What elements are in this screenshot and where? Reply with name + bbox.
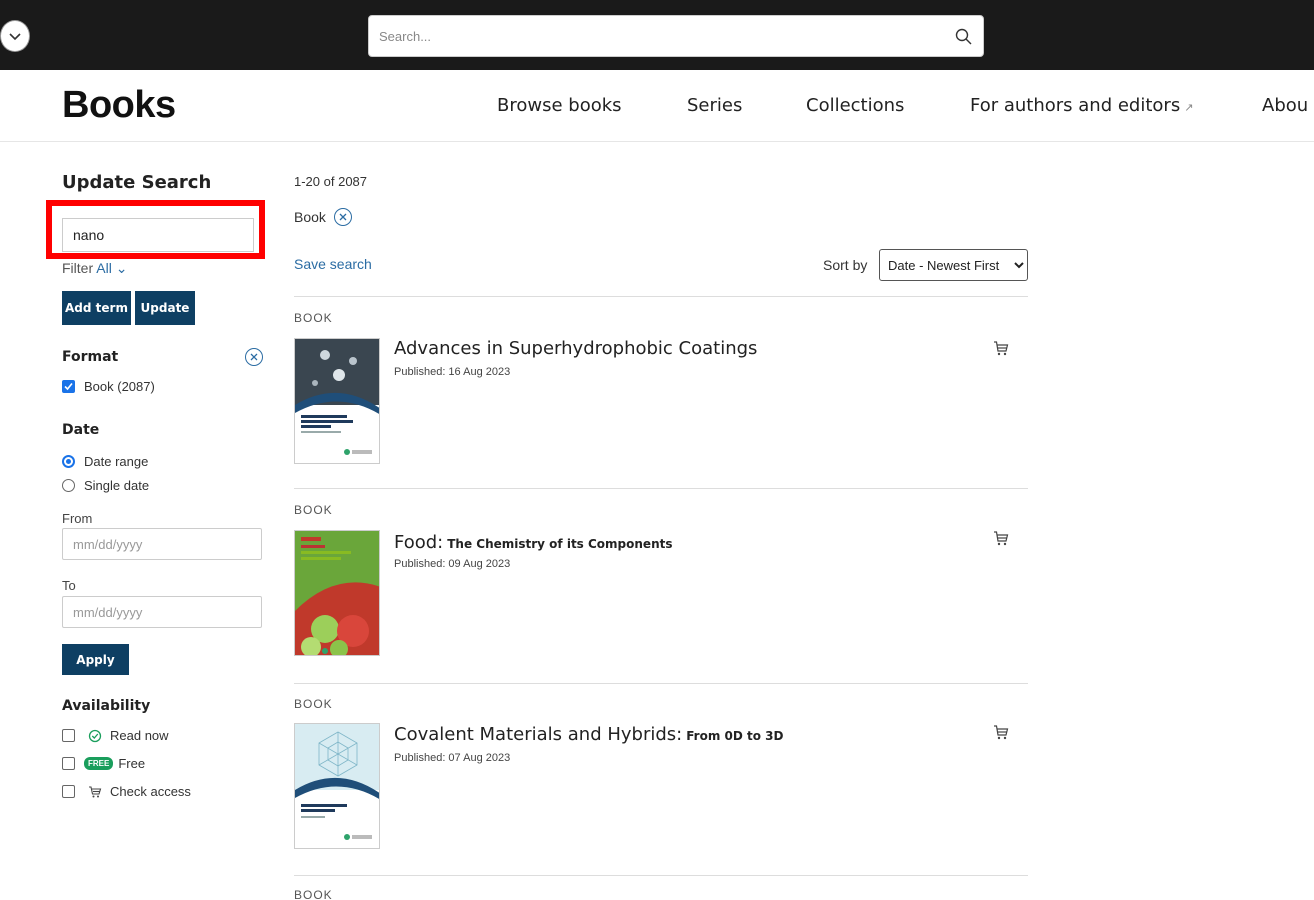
book-published-date: Published: 16 Aug 2023 [394, 366, 511, 378]
read-now-label: Read now [110, 728, 169, 743]
chevron-down-icon [9, 33, 21, 41]
sort-select[interactable]: Date - Newest First [879, 249, 1028, 281]
cart-icon[interactable] [992, 723, 1010, 741]
check-access-checkbox[interactable] [62, 785, 75, 798]
date-range-label: Date range [84, 454, 149, 469]
search-term-input[interactable] [62, 218, 254, 252]
check-icon [64, 382, 73, 391]
update-search-title: Update Search [62, 172, 212, 193]
book-published-date: Published: 07 Aug 2023 [394, 752, 511, 764]
free-checkbox[interactable] [62, 757, 75, 770]
single-date-radio[interactable] [62, 479, 75, 492]
date-title: Date [62, 422, 100, 438]
free-badge: FREE [84, 757, 114, 770]
free-label: Free [118, 756, 146, 771]
nav-browse-books[interactable]: Browse books [497, 95, 622, 116]
read-now-option[interactable]: Read now [62, 728, 169, 743]
divider [294, 488, 1028, 489]
divider [294, 875, 1028, 876]
book-title: Covalent Materials and Hybrids: [394, 724, 683, 745]
book-type-label: BOOK [294, 888, 333, 900]
global-search-box [368, 15, 984, 57]
book-type-label: BOOK [294, 697, 333, 711]
book-title: Advances in Superhydrophobic Coatings [394, 338, 758, 359]
book-cover-food[interactable] [294, 530, 380, 656]
sort-by-label: Sort by [823, 257, 868, 273]
book-cover-covalent[interactable] [294, 723, 380, 849]
date-range-radio[interactable] [62, 455, 75, 468]
book-subtitle: From 0D to 3D [686, 729, 784, 743]
to-label: To [62, 578, 76, 593]
collapse-toggle-button[interactable] [0, 20, 30, 52]
cart-icon[interactable] [992, 529, 1010, 547]
nav-series[interactable]: Series [687, 95, 742, 116]
divider [294, 683, 1028, 684]
format-title: Format [62, 349, 119, 365]
nav-for-authors-label: For authors and editors [970, 95, 1181, 116]
book-title: Food: [394, 532, 444, 553]
top-bar [0, 0, 1314, 70]
format-book-checkbox[interactable] [62, 380, 75, 393]
format-book-label: Book (2087) [84, 379, 155, 394]
book-title-link[interactable]: Covalent Materials and Hybrids: From 0D t… [394, 724, 783, 745]
from-date-input[interactable] [62, 528, 262, 560]
global-search-input[interactable] [369, 16, 943, 56]
check-circle-icon [88, 729, 102, 742]
nav-for-authors-and-editors[interactable]: For authors and editors ↗ [970, 95, 1193, 116]
book-cover-superhydrophobic[interactable] [294, 338, 380, 464]
book-subtitle: The Chemistry of its Components [447, 537, 673, 551]
free-option[interactable]: FREE Free [62, 756, 145, 771]
filter-value: All [96, 260, 112, 276]
date-range-option[interactable]: Date range [62, 454, 148, 469]
to-date-input[interactable] [62, 596, 262, 628]
remove-chip-button[interactable] [333, 208, 352, 226]
nav-about[interactable]: Abou [1262, 95, 1308, 116]
book-published-date: Published: 09 Aug 2023 [394, 558, 511, 570]
site-header: Books Browse books Series Collections Fo… [0, 70, 1314, 142]
external-link-icon: ↗ [1184, 101, 1194, 114]
check-access-label: Check access [110, 784, 191, 799]
divider [294, 296, 1028, 297]
single-date-label: Single date [84, 478, 150, 493]
filter-selector: Filter All ⌄ [62, 260, 127, 277]
filter-dropdown[interactable]: All ⌄ [96, 260, 127, 276]
chevron-down-icon: ⌄ [115, 260, 128, 276]
site-logo[interactable]: Books [62, 84, 176, 127]
availability-title: Availability [62, 698, 151, 714]
book-title-link[interactable]: Food: The Chemistry of its Components [394, 532, 673, 553]
search-icon[interactable] [943, 16, 983, 56]
book-title-link[interactable]: Advances in Superhydrophobic Coatings [394, 338, 761, 359]
nav-collections[interactable]: Collections [806, 95, 904, 116]
update-button[interactable]: Update [135, 291, 195, 325]
add-term-button[interactable]: Add term [62, 291, 131, 325]
filter-label: Filter [62, 260, 94, 276]
cart-icon[interactable] [992, 339, 1010, 357]
active-filter-chip: Book [294, 208, 352, 226]
results-count: 1-20 of 2087 [294, 174, 368, 189]
apply-button[interactable]: Apply [62, 644, 129, 675]
book-type-label: BOOK [294, 503, 333, 517]
book-type-label: BOOK [294, 311, 333, 325]
check-access-option[interactable]: Check access [62, 784, 191, 799]
chip-label: Book [294, 209, 326, 225]
from-label: From [62, 511, 93, 526]
close-icon [250, 353, 258, 361]
close-icon [339, 213, 347, 221]
read-now-checkbox[interactable] [62, 729, 75, 742]
save-search-link[interactable]: Save search [294, 256, 372, 272]
cart-icon [89, 785, 102, 797]
clear-format-button[interactable] [245, 348, 263, 366]
single-date-option[interactable]: Single date [62, 478, 149, 493]
format-book-option[interactable]: Book (2087) [62, 379, 155, 394]
